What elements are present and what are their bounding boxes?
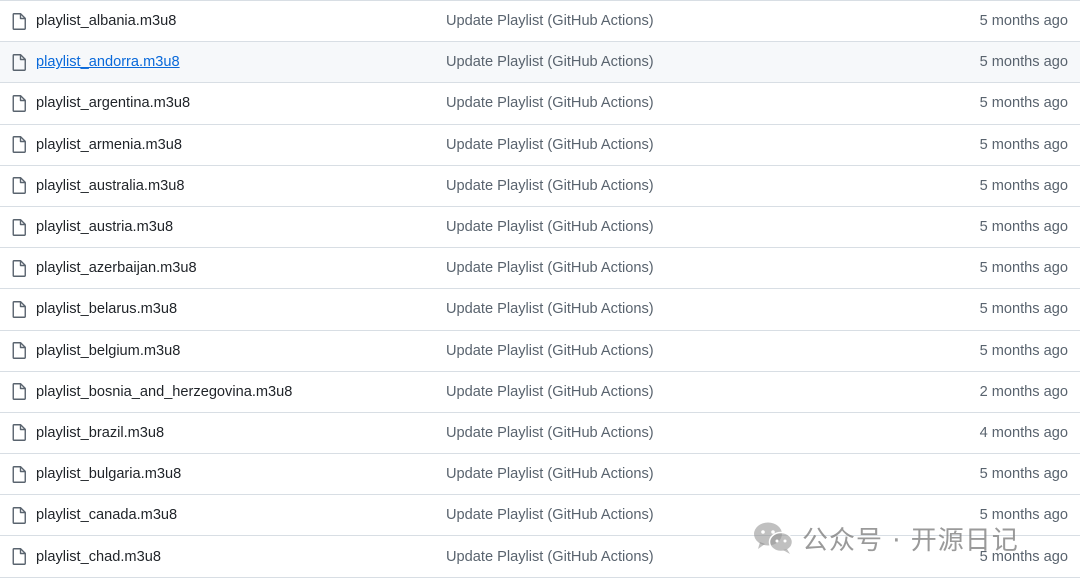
file-row[interactable]: playlist_austria.m3u8 Update Playlist (Gi… [0,207,1080,249]
commit-age: 5 months ago [979,177,1068,194]
commit-message-link[interactable]: Update Playlist (GitHub Actions) [446,384,654,400]
file-icon [11,94,27,112]
file-icon [11,342,27,360]
file-name-link[interactable]: playlist_chad.m3u8 [36,549,161,565]
commit-age: 5 months ago [979,219,1068,236]
commit-message-link[interactable]: Update Playlist (GitHub Actions) [446,95,654,111]
file-row[interactable]: playlist_argentina.m3u8 Update Playlist (… [0,83,1080,125]
commit-age: 5 months ago [979,466,1068,483]
file-name-link[interactable]: playlist_argentina.m3u8 [36,95,190,111]
file-name-link[interactable]: playlist_canada.m3u8 [36,507,177,523]
file-row[interactable]: playlist_andorra.m3u8 Update Playlist (Gi… [0,42,1080,84]
commit-age: 5 months ago [979,136,1068,153]
commit-age: 5 months ago [979,342,1068,359]
file-icon [11,136,27,154]
file-name-link[interactable]: playlist_belgium.m3u8 [36,343,180,359]
file-name-link[interactable]: playlist_azerbaijan.m3u8 [36,260,197,276]
file-row[interactable]: playlist_brazil.m3u8 Update Playlist (Git… [0,413,1080,455]
file-name-link[interactable]: playlist_australia.m3u8 [36,178,184,194]
file-name-link[interactable]: playlist_bosnia_and_herzegovina.m3u8 [36,384,292,400]
file-row[interactable]: playlist_albania.m3u8 Update Playlist (Gi… [0,1,1080,43]
commit-age: 5 months ago [979,95,1068,112]
commit-message-link[interactable]: Update Playlist (GitHub Actions) [446,549,654,565]
file-name-link[interactable]: playlist_armenia.m3u8 [36,137,182,153]
commit-message-link[interactable]: Update Playlist (GitHub Actions) [446,466,654,482]
file-row[interactable]: playlist_bosnia_and_herzegovina.m3u8 Upda… [0,372,1080,413]
commit-message-link[interactable]: Update Playlist (GitHub Actions) [446,13,654,29]
commit-message-link[interactable]: Update Playlist (GitHub Actions) [446,54,654,70]
commit-age: 5 months ago [979,548,1068,565]
commit-message-link[interactable]: Update Playlist (GitHub Actions) [446,260,654,276]
file-icon [11,218,27,236]
commit-age: 5 months ago [979,54,1068,71]
file-icon [11,383,27,401]
commit-age: 5 months ago [979,260,1068,277]
commit-message-link[interactable]: Update Playlist (GitHub Actions) [446,343,654,359]
commit-age: 4 months ago [979,424,1068,441]
file-name-link[interactable]: playlist_albania.m3u8 [36,13,176,29]
file-row[interactable]: playlist_chad.m3u8 Update Playlist (GitHu… [0,536,1080,578]
commit-age: 5 months ago [979,507,1068,524]
file-name-link[interactable]: playlist_austria.m3u8 [36,219,173,235]
file-list: playlist_albania.m3u8 Update Playlist (Gi… [0,0,1080,581]
file-icon [11,465,27,483]
file-name-link[interactable]: playlist_belarus.m3u8 [36,301,177,317]
file-icon [11,548,27,566]
commit-message-link[interactable]: Update Playlist (GitHub Actions) [446,219,654,235]
commit-age: 5 months ago [979,13,1068,30]
commit-age: 2 months ago [979,383,1068,400]
file-name-link[interactable]: playlist_bulgaria.m3u8 [36,466,181,482]
file-icon [11,506,27,524]
commit-message-link[interactable]: Update Playlist (GitHub Actions) [446,301,654,317]
commit-message-link[interactable]: Update Playlist (GitHub Actions) [446,137,654,153]
file-icon [11,259,27,277]
file-icon [11,424,27,442]
file-row[interactable]: playlist_belgium.m3u8 Update Playlist (Gi… [0,331,1080,372]
commit-age: 5 months ago [979,301,1068,318]
file-icon [11,177,27,195]
file-icon [11,300,27,318]
file-row[interactable]: playlist_canada.m3u8 Update Playlist (Git… [0,495,1080,537]
file-row[interactable]: playlist_belarus.m3u8 Update Playlist (Gi… [0,289,1080,331]
file-icon [11,53,27,71]
file-name-link[interactable]: playlist_brazil.m3u8 [36,425,164,441]
file-name-link[interactable]: playlist_andorra.m3u8 [36,54,180,70]
file-icon [11,12,27,30]
file-row[interactable]: playlist_bulgaria.m3u8 Update Playlist (G… [0,454,1080,496]
commit-message-link[interactable]: Update Playlist (GitHub Actions) [446,425,654,441]
file-row[interactable]: playlist_azerbaijan.m3u8 Update Playlist … [0,248,1080,290]
commit-message-link[interactable]: Update Playlist (GitHub Actions) [446,178,654,194]
file-row[interactable]: playlist_armenia.m3u8 Update Playlist (Gi… [0,125,1080,166]
file-row[interactable]: playlist_australia.m3u8 Update Playlist (… [0,166,1080,207]
commit-message-link[interactable]: Update Playlist (GitHub Actions) [446,507,654,523]
